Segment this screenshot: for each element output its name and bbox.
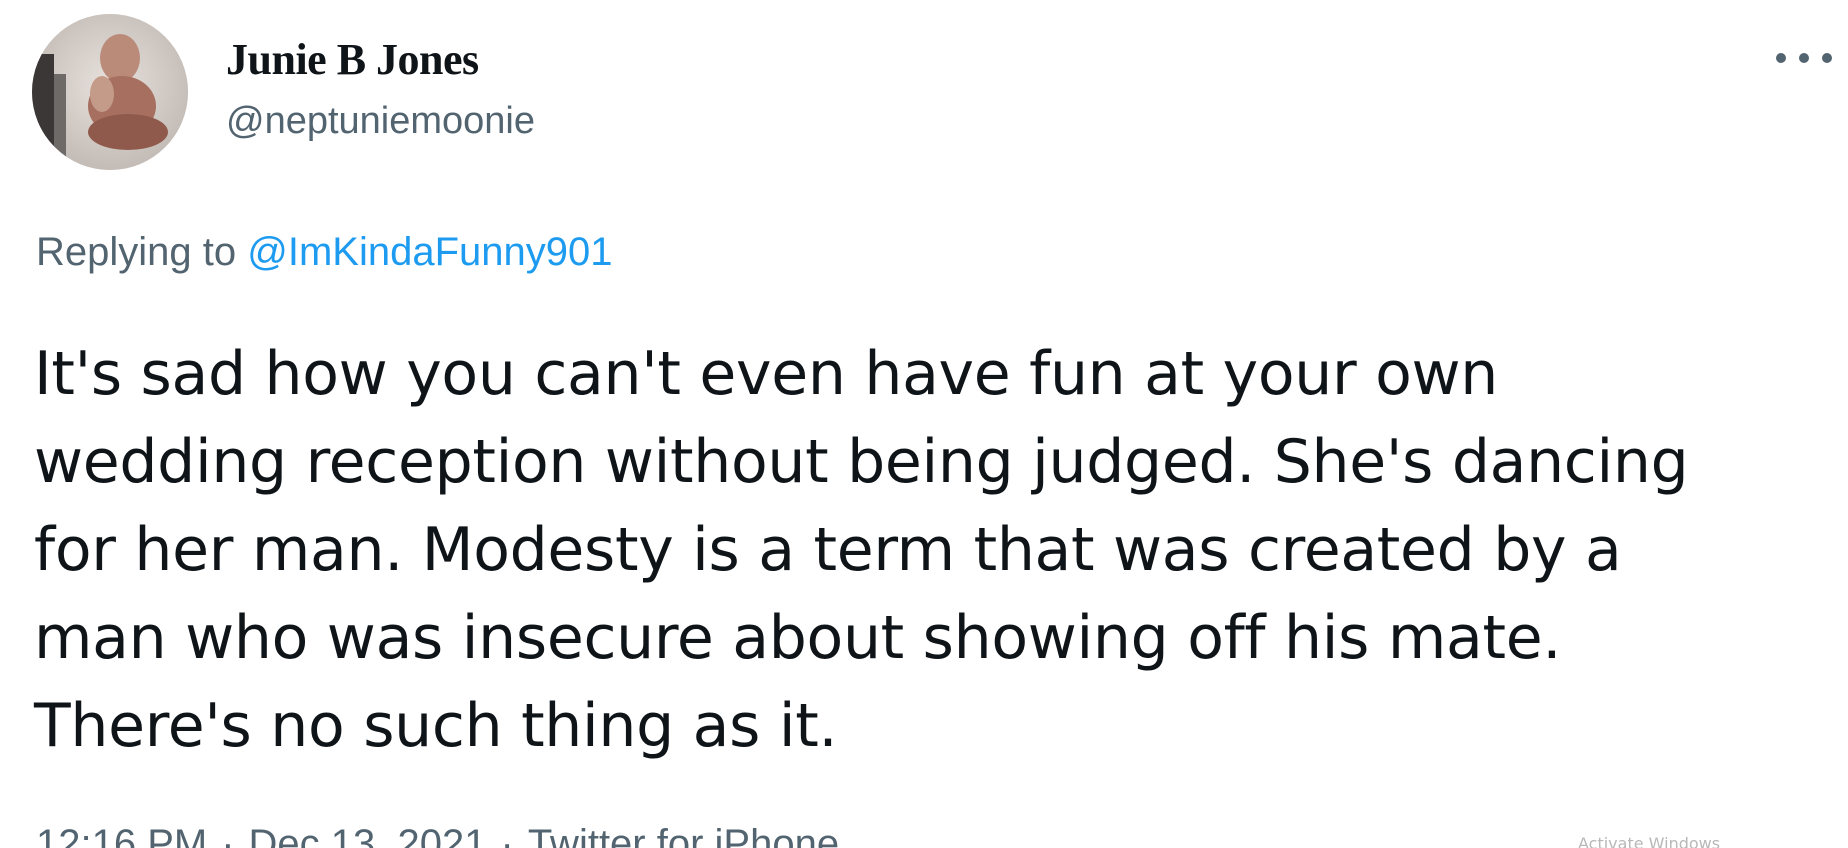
tweet-text-line: There's no such thing as it. <box>34 691 838 761</box>
tweet-text-line: man who was insecure about showing off h… <box>34 603 1562 673</box>
tweet-date[interactable]: Dec 13, 2021 <box>249 822 487 848</box>
ellipsis-icon <box>1776 53 1786 63</box>
tweet-text-line: wedding reception without being judged. … <box>34 427 1689 497</box>
tweet-card: Junie B Jones @neptuniemoonie Replying t… <box>0 0 1848 848</box>
os-watermark: Activate Windows <box>1578 834 1721 848</box>
tweet-meta: 12:16 PM · Dec 13, 2021 · Twitter for iPhone <box>36 820 839 848</box>
avatar[interactable] <box>32 14 188 170</box>
tweet-time[interactable]: 12:16 PM <box>36 822 207 848</box>
meta-separator: · <box>221 822 235 848</box>
ellipsis-icon-dot <box>1799 53 1809 63</box>
more-options-button[interactable] <box>1776 44 1832 72</box>
reply-mention-link[interactable]: @ImKindaFunny901 <box>247 230 612 274</box>
author-name[interactable]: Junie B Jones <box>226 34 479 86</box>
profile-photo-icon <box>32 14 188 170</box>
replying-to-prefix: Replying to <box>36 230 237 274</box>
author-handle[interactable]: @neptuniemoonie <box>226 98 535 144</box>
replying-to: Replying to @ImKindaFunny901 <box>36 228 613 276</box>
tweet-source[interactable]: Twitter for iPhone <box>528 822 839 848</box>
tweet-text-line: for her man. Modesty is a term that was … <box>34 515 1622 585</box>
tweet-text-line: It's sad how you can't even have fun at … <box>34 339 1499 409</box>
ellipsis-icon-dot <box>1822 53 1832 63</box>
meta-separator: · <box>500 822 514 848</box>
tweet-text: It's sad how you can't even have fun at … <box>34 330 1824 770</box>
